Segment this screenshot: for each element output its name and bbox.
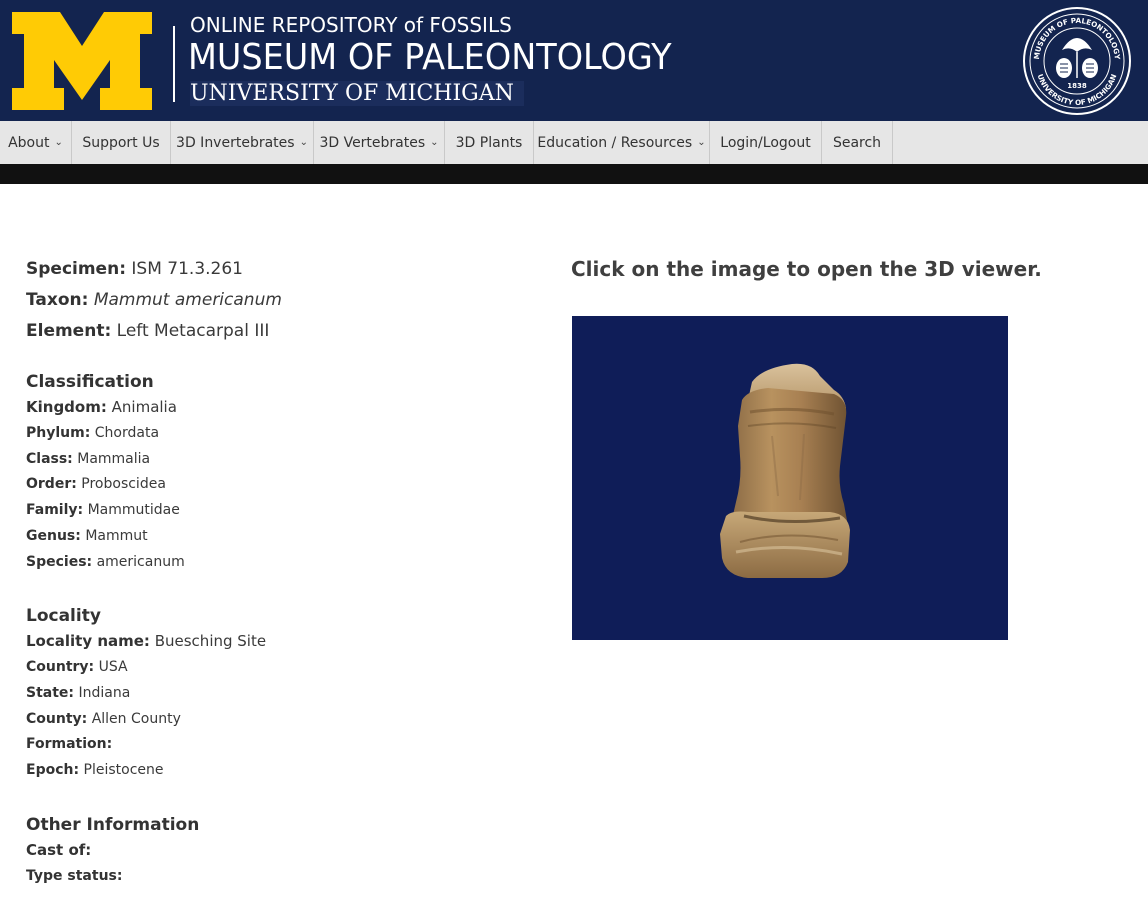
element-row: Element: Left Metacarpal III	[26, 316, 546, 347]
open-3d-viewer-image[interactable]	[572, 316, 1008, 640]
nav-about[interactable]: About ⌄	[0, 121, 72, 164]
site-title[interactable]: MUSEUM OF PALEONTOLOGY	[188, 37, 672, 78]
seal-year: 1838	[1067, 82, 1087, 90]
taxon-label: Taxon:	[26, 290, 89, 310]
order-label: Order:	[26, 476, 77, 493]
class-value: Mammalia	[77, 450, 151, 467]
nav-3d-plants-label: 3D Plants	[455, 134, 523, 151]
taxon-row: Taxon: Mammut americanum	[26, 285, 546, 316]
family-label: Family:	[26, 502, 84, 519]
kingdom-row: Kingdom: Animalia	[26, 393, 546, 421]
nav-about-label: About	[8, 134, 50, 151]
phylum-value: Chordata	[94, 425, 160, 441]
nav-education-resources[interactable]: Education / Resources ⌄	[534, 121, 710, 164]
chevron-down-icon: ⌄	[430, 137, 439, 148]
element-value: Left Metacarpal III	[116, 321, 270, 341]
nav-support-us[interactable]: Support Us	[72, 121, 171, 164]
phylum-label: Phylum:	[26, 425, 91, 441]
species-row: Species: americanum	[26, 550, 546, 576]
county-value: Allen County	[91, 710, 181, 727]
family-value: Mammutidae	[87, 502, 180, 519]
state-label: State:	[26, 684, 75, 701]
specimen-details: Specimen: ISM 71.3.261 Taxon: Mammut ame…	[26, 254, 546, 889]
epoch-label: Epoch:	[26, 762, 80, 779]
other-information-heading: Other Information	[26, 814, 200, 835]
type-status-row: Type status:	[26, 864, 546, 890]
nav-search-label: Search	[832, 134, 882, 151]
specimen-value: ISM 71.3.261	[131, 259, 243, 279]
county-label: County:	[26, 710, 88, 727]
site-header: ONLINE REPOSITORY of FOSSILS MUSEUM OF P…	[0, 0, 1148, 121]
locality-name-value: Buesching Site	[154, 632, 267, 651]
class-row: Class: Mammalia	[26, 447, 546, 473]
order-row: Order: Proboscidea	[26, 472, 546, 498]
order-value: Proboscidea	[81, 476, 166, 493]
locality-heading: Locality	[26, 606, 101, 627]
country-value: USA	[98, 659, 128, 676]
nav-login-logout[interactable]: Login/Logout	[710, 121, 822, 164]
family-row: Family: Mammutidae	[26, 498, 546, 524]
main-nav: About ⌄ Support Us 3D Invertebrates ⌄ 3D V…	[0, 121, 1148, 164]
title-divider	[173, 26, 175, 102]
chevron-down-icon: ⌄	[299, 137, 308, 148]
nav-search[interactable]: Search	[822, 121, 893, 164]
state-row: State: Indiana	[26, 681, 546, 707]
taxon-value: Mammut americanum	[93, 290, 282, 310]
kingdom-label: Kingdom:	[26, 398, 107, 416]
nav-3d-invertebrates[interactable]: 3D Invertebrates ⌄	[171, 121, 314, 164]
genus-value: Mammut	[85, 527, 148, 544]
epoch-value: Pleistocene	[83, 762, 164, 779]
nav-education-resources-label: Education / Resources	[537, 134, 693, 151]
university-name: UNIVERSITY OF MICHIGAN	[190, 81, 524, 106]
nav-3d-plants[interactable]: 3D Plants	[445, 121, 534, 164]
country-label: Country:	[26, 659, 95, 676]
block-m-logo[interactable]	[12, 12, 152, 110]
nav-3d-invertebrates-label: 3D Invertebrates	[176, 134, 295, 151]
phylum-row: Phylum: Chordata	[26, 421, 546, 447]
specimen-label: Specimen:	[26, 259, 126, 279]
nav-login-logout-label: Login/Logout	[720, 134, 811, 151]
nav-support-us-label: Support Us	[82, 134, 160, 151]
epoch-row: Epoch: Pleistocene	[26, 758, 546, 784]
genus-row: Genus: Mammut	[26, 524, 546, 550]
locality-name-row: Locality name: Buesching Site	[26, 627, 546, 655]
kingdom-value: Animalia	[111, 398, 177, 416]
species-label: Species:	[26, 553, 93, 570]
chevron-down-icon: ⌄	[54, 137, 63, 148]
species-value: americanum	[96, 553, 185, 570]
museum-seal-icon[interactable]: MUSEUM OF PALEONTOLOGY UNIVERSITY OF MIC…	[1022, 6, 1132, 116]
cast-of-row: Cast of:	[26, 836, 546, 864]
classification-heading: Classification	[26, 372, 154, 392]
genus-label: Genus:	[26, 527, 81, 544]
viewer-caption: Click on the image to open the 3D viewer…	[571, 257, 1042, 281]
nav-3d-vertebrates-label: 3D Vertebrates	[319, 134, 426, 151]
country-row: Country: USA	[26, 655, 546, 681]
formation-row: Formation:	[26, 732, 546, 758]
nav-underline-bar	[0, 164, 1148, 184]
state-value: Indiana	[78, 684, 131, 701]
formation-label: Formation:	[26, 736, 113, 753]
element-label: Element:	[26, 321, 112, 341]
nav-3d-vertebrates[interactable]: 3D Vertebrates ⌄	[314, 121, 445, 164]
locality-name-label: Locality name:	[26, 632, 150, 651]
chevron-down-icon: ⌄	[697, 137, 706, 148]
county-row: County: Allen County	[26, 707, 546, 733]
specimen-row: Specimen: ISM 71.3.261	[26, 254, 546, 285]
type-status-label: Type status:	[26, 867, 123, 884]
metacarpal-fossil-icon	[720, 363, 850, 578]
class-label: Class:	[26, 450, 73, 467]
site-subtitle: ONLINE REPOSITORY of FOSSILS	[190, 13, 512, 37]
cast-of-label: Cast of:	[26, 840, 92, 859]
